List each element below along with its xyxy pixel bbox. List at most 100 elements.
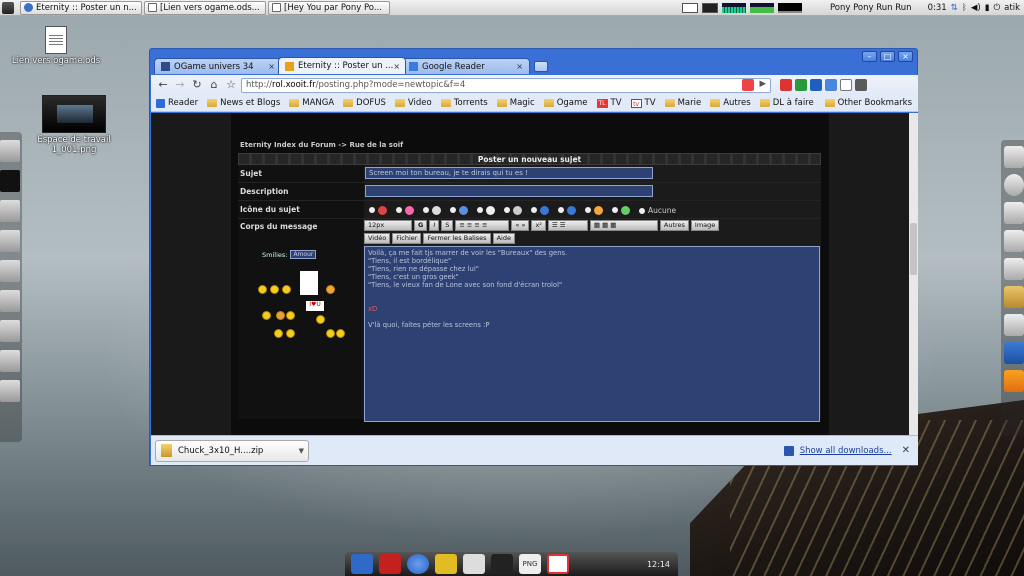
smiley-icon[interactable] <box>326 285 335 294</box>
back-icon[interactable]: ← <box>156 78 170 92</box>
spreadsheet-icon[interactable] <box>1004 202 1024 224</box>
media-buttons[interactable]: ▦ ▦ ▦ <box>589 220 658 231</box>
sub-sup-button[interactable]: x² <box>531 220 546 231</box>
other-bookmarks[interactable]: Other Bookmarks <box>824 98 912 108</box>
terminal-icon[interactable] <box>1004 230 1024 252</box>
smiley-icon[interactable] <box>316 315 325 324</box>
star-icon[interactable]: ☆ <box>224 78 238 92</box>
align-buttons[interactable]: ≡ ≡ ≡ ≡ <box>455 220 510 231</box>
list-buttons[interactable]: ☰ ☰ <box>547 220 588 231</box>
smilies-select[interactable]: Amour <box>290 250 317 259</box>
bookmark-dofus[interactable]: DOFUS <box>343 98 386 108</box>
home-folder-icon[interactable] <box>0 200 20 222</box>
smiley-icon[interactable] <box>282 285 291 294</box>
icon-option-2[interactable] <box>396 205 414 215</box>
folder-icon[interactable] <box>0 320 20 342</box>
file-button[interactable]: Fichier <box>392 233 422 244</box>
png-viewer-icon[interactable]: PNG <box>519 554 541 574</box>
taskbar-item-eternity[interactable]: Eternity :: Poster un n... <box>20 0 142 15</box>
extension-icon[interactable] <box>795 79 807 91</box>
sync-icon[interactable]: ⇅ <box>951 3 958 13</box>
workspace-2[interactable] <box>701 3 718 13</box>
box-icon[interactable] <box>1004 286 1024 308</box>
smiley-icon[interactable] <box>336 329 345 338</box>
smiley-icon[interactable] <box>276 311 285 320</box>
text-editor-icon[interactable] <box>463 554 485 574</box>
image-button[interactable]: Image <box>690 220 720 231</box>
show-all-downloads-link[interactable]: Show all downloads... <box>783 445 892 456</box>
video-button[interactable]: Vidéo <box>364 233 391 244</box>
smiley-icon[interactable] <box>258 285 267 294</box>
power-icon[interactable]: ⏻ <box>993 3 1000 13</box>
taskbar-item-hey-you[interactable]: [Hey You par Pony Po... <box>268 0 390 15</box>
subject-input[interactable]: Screen moi ton bureau, je te dirais qui … <box>365 167 653 179</box>
smiley-icon[interactable] <box>262 311 271 320</box>
icon-option-none[interactable]: Aucune <box>639 206 676 215</box>
go-icon[interactable]: ▶ <box>759 79 766 91</box>
close-tab-icon[interactable]: × <box>268 62 275 71</box>
download-folder-icon[interactable] <box>0 230 20 252</box>
italic-button[interactable]: I <box>429 220 440 231</box>
icon-option-7[interactable] <box>531 205 549 215</box>
close-tab-icon[interactable]: × <box>516 62 523 71</box>
desktop-icon-ogame-ods[interactable]: Lien vers ogame.ods <box>10 26 102 66</box>
description-input[interactable] <box>365 185 653 197</box>
bookmark-news[interactable]: News et Blogs <box>207 98 280 108</box>
desktop-icon-screenshot[interactable]: Espace de travail 1_001.png <box>28 95 120 155</box>
taskbar-item-ogame-ods[interactable]: [Lien vers ogame.ods... <box>144 0 266 15</box>
volume-icon[interactable]: ◀︎) <box>971 3 981 13</box>
screen-icon[interactable] <box>491 554 513 574</box>
user-name[interactable]: atik <box>1004 3 1020 13</box>
bookmark-torrents[interactable]: Torrents <box>440 98 488 108</box>
tab-google-reader[interactable]: Google Reader × <box>402 58 530 74</box>
bookmark-marie[interactable]: Marie <box>664 98 701 108</box>
chevron-down-icon[interactable]: ▼ <box>299 447 304 455</box>
document-folder-icon[interactable] <box>0 290 20 312</box>
bookmark-dl[interactable]: DL à faire <box>759 98 814 108</box>
gmail-extension-icon[interactable] <box>780 79 792 91</box>
anchor-icon[interactable] <box>351 554 373 574</box>
icon-option-1[interactable] <box>369 205 387 215</box>
extension-icon[interactable] <box>825 79 837 91</box>
bookmark-video[interactable]: Video <box>394 98 432 108</box>
quote-button[interactable]: « » <box>511 220 530 231</box>
now-playing[interactable]: Pony Pony Run Run <box>830 3 912 13</box>
bookmark-ogame[interactable]: Ogame <box>543 98 588 108</box>
gmail-icon[interactable] <box>547 554 569 574</box>
panel-time[interactable]: 0:31 <box>928 3 947 13</box>
bluetooth-icon[interactable]: ᛒ <box>962 3 967 13</box>
tab-eternity[interactable]: Eternity :: Poster un ... × <box>278 57 406 74</box>
forward-icon[interactable]: → <box>173 78 187 92</box>
pencil-icon[interactable] <box>435 554 457 574</box>
message-textarea[interactable]: Voilà, ça me fait tjs marrer de voir les… <box>364 246 820 422</box>
help-icon[interactable] <box>1004 314 1024 336</box>
strike-button[interactable]: S <box>441 220 454 231</box>
icon-option-8[interactable] <box>558 205 576 215</box>
calculator-icon[interactable] <box>379 554 401 574</box>
home-icon[interactable]: ⌂ <box>207 78 221 92</box>
close-tags-button[interactable]: Fermer les Balises <box>423 233 491 244</box>
icon-option-3[interactable] <box>423 205 441 215</box>
dock-launcher-2[interactable] <box>0 170 20 192</box>
close-download-shelf-icon[interactable]: ✕ <box>902 445 910 456</box>
wrench-icon[interactable] <box>855 79 867 91</box>
workspace-1[interactable] <box>681 3 698 13</box>
rss-icon[interactable] <box>742 79 755 91</box>
folder-icon[interactable] <box>0 260 20 282</box>
close-tab-icon[interactable]: × <box>393 62 400 71</box>
applications-menu-icon[interactable] <box>2 1 14 14</box>
icon-option-4[interactable] <box>450 205 468 215</box>
new-tab-button[interactable] <box>534 61 548 72</box>
maximize-icon[interactable]: □ <box>880 51 895 62</box>
breadcrumb[interactable]: Eternity Index du Forum -> Rue de la soi… <box>240 141 821 153</box>
web-icon[interactable] <box>1004 258 1024 280</box>
icon-option-5[interactable] <box>477 205 495 215</box>
trash-icon[interactable] <box>0 380 20 402</box>
icon-option-10[interactable] <box>612 205 630 215</box>
address-bar[interactable]: http://rol.xooit.fr/posting.php?mode=new… <box>241 77 771 93</box>
download-item[interactable]: Chuck_3x10_H....zip ▼ <box>155 439 309 462</box>
smiley-icon[interactable] <box>274 329 283 338</box>
reload-icon[interactable]: ↻ <box>190 78 204 92</box>
extension-icon[interactable] <box>810 79 822 91</box>
tab-ogame[interactable]: OGame univers 34 × <box>154 58 282 74</box>
